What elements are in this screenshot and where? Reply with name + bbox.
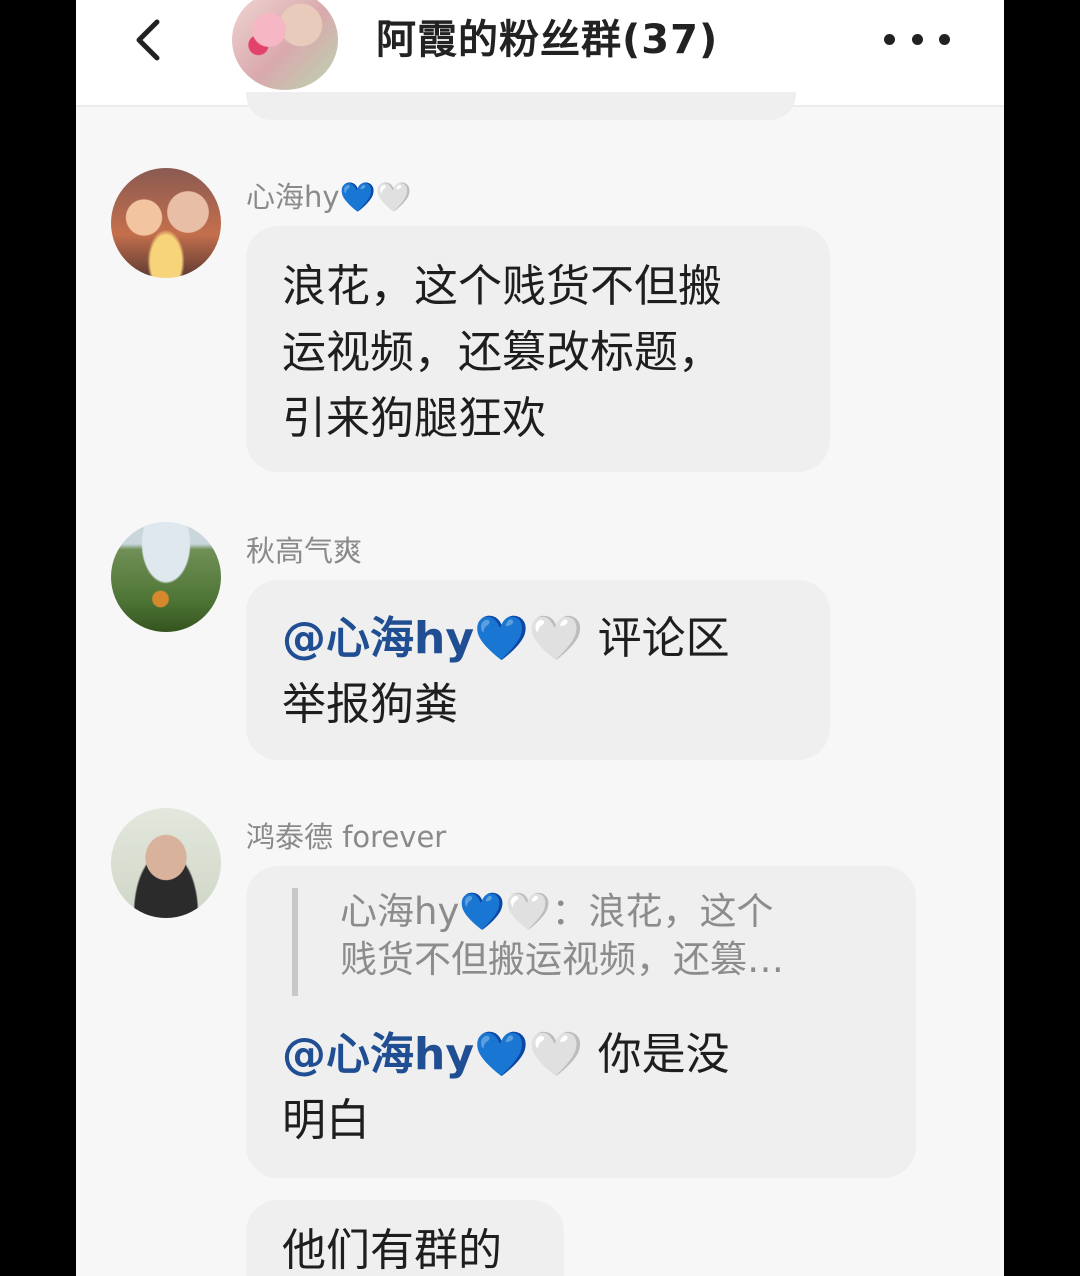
message-line-text: 你是没 bbox=[597, 1029, 730, 1080]
chat-title: 阿霞的粉丝群(37) bbox=[376, 17, 719, 63]
message-text: 他们有群的 bbox=[282, 1225, 502, 1276]
mention-link[interactable]: @心海hy💙🤍 bbox=[282, 1029, 584, 1080]
more-horizontal-icon bbox=[884, 33, 895, 45]
back-button[interactable] bbox=[126, 18, 170, 62]
message-line: 引来狗腿狂欢 bbox=[282, 393, 546, 444]
avatar[interactable] bbox=[111, 168, 221, 278]
mention-link[interactable]: @心海hy💙🤍 bbox=[282, 613, 584, 664]
group-avatar[interactable] bbox=[232, 0, 338, 90]
quoted-message[interactable]: 心海hy💙🤍：浪花，这个 贱货不但搬运视频，还篡… bbox=[292, 888, 900, 996]
chevron-left-icon bbox=[136, 19, 160, 61]
more-dot bbox=[911, 33, 923, 45]
message-bubble[interactable]: 他们有群的 bbox=[246, 1200, 564, 1276]
message-line-text: 评论区 bbox=[597, 613, 730, 664]
sender-name: 心海hy💙🤍 bbox=[246, 180, 412, 214]
more-dot bbox=[939, 33, 950, 45]
message-bubble[interactable]: 浪花，这个贱货不但搬 运视频，还篡改标题， 引来狗腿狂欢 bbox=[246, 226, 830, 472]
quote-line: 贱货不但搬运视频，还篡… bbox=[340, 938, 784, 981]
quote-line: 心海hy💙🤍：浪花，这个 bbox=[340, 890, 774, 933]
message-text: @心海hy💙🤍 你是没 明白 bbox=[282, 1022, 802, 1154]
more-options-button[interactable] bbox=[884, 28, 950, 50]
message-line: @心海hy💙🤍 评论区 bbox=[282, 606, 802, 672]
sender-name: 鸿泰德 forever bbox=[246, 820, 447, 854]
avatar[interactable] bbox=[111, 808, 221, 918]
chat-header: 阿霞的粉丝群(37) bbox=[76, 0, 1004, 107]
message-line: 举报狗粪 bbox=[282, 679, 458, 730]
message-text: 浪花，这个贱货不但搬 运视频，还篡改标题， 引来狗腿狂欢 bbox=[282, 254, 802, 452]
message-line: 明白 bbox=[282, 1095, 370, 1146]
message-line: 运视频，还篡改标题， bbox=[282, 327, 722, 378]
sender-name: 秋高气爽 bbox=[246, 534, 363, 568]
chat-screen: 阿霞的粉丝群(37) 心海hy💙🤍 浪花，这个贱货不但搬 运视频，还篡改标题， … bbox=[76, 0, 1004, 1276]
previous-message-bubble bbox=[246, 92, 796, 120]
message-text: @心海hy💙🤍 评论区 举报狗粪 bbox=[282, 606, 802, 738]
message-bubble[interactable]: @心海hy💙🤍 评论区 举报狗粪 bbox=[246, 580, 830, 760]
message-line: 浪花，这个贱货不但搬 bbox=[282, 261, 722, 312]
message-line: @心海hy💙🤍 你是没 bbox=[282, 1022, 802, 1088]
avatar[interactable] bbox=[111, 522, 221, 632]
message-bubble[interactable]: 心海hy💙🤍：浪花，这个 贱货不但搬运视频，还篡… @心海hy💙🤍 你是没 明白 bbox=[246, 866, 916, 1178]
